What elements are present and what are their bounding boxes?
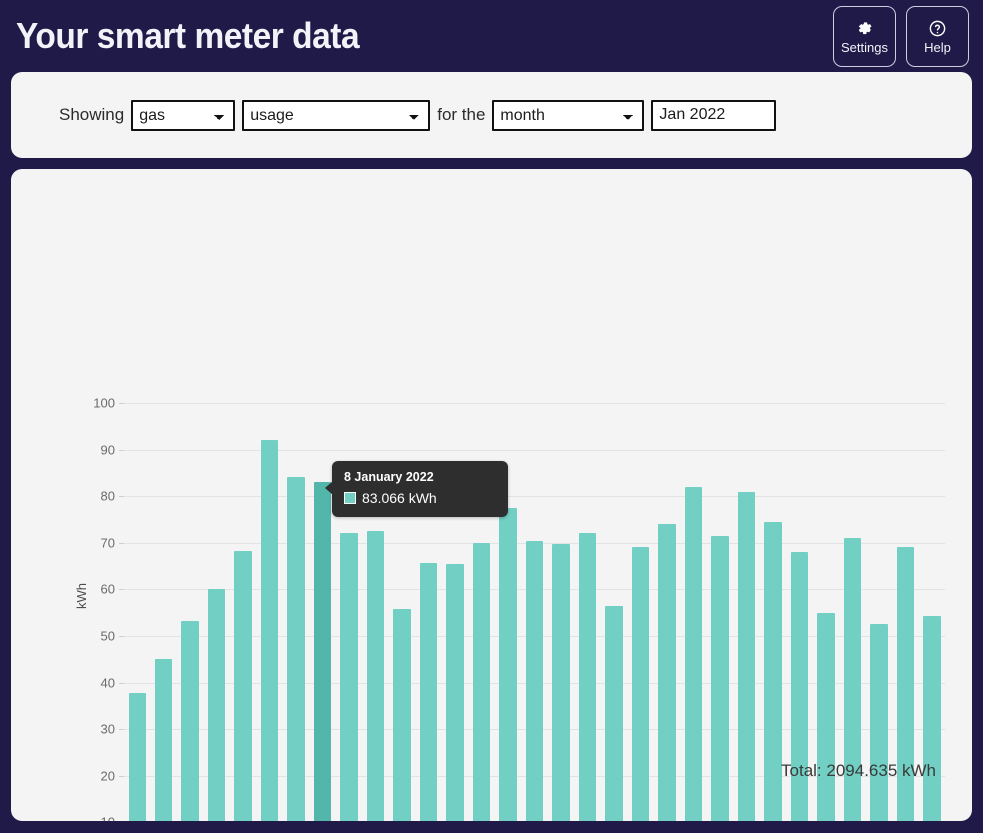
- chart-bars: [124, 403, 945, 821]
- gear-icon: [855, 19, 874, 38]
- chart-bar[interactable]: [313, 481, 332, 821]
- help-button[interactable]: Help: [906, 5, 969, 67]
- chart-bar[interactable]: [393, 609, 411, 821]
- date-range-input[interactable]: [651, 99, 777, 131]
- showing-label: Showing: [59, 105, 125, 124]
- period-select[interactable]: month: [492, 99, 645, 131]
- bar-slot[interactable]: [786, 403, 812, 821]
- controls-row: Showing gas usage for the month: [59, 99, 777, 131]
- bar-slot[interactable]: [680, 403, 706, 821]
- tooltip-arrow: [325, 481, 333, 495]
- bar-slot[interactable]: [124, 403, 150, 821]
- chart-bar[interactable]: [366, 530, 385, 821]
- chart-bar[interactable]: [128, 692, 146, 821]
- fuel-select[interactable]: gas: [131, 99, 236, 131]
- bar-slot[interactable]: [627, 403, 653, 821]
- bar-slot[interactable]: [283, 403, 309, 821]
- chart-bar[interactable]: [817, 613, 835, 821]
- tooltip-color-swatch: [344, 492, 356, 505]
- chart-plot-area: kWh 0102030405060708090100 Jan 1stJan 2n…: [11, 169, 972, 821]
- app-header: Your smart meter data Settings Help: [0, 0, 983, 72]
- chart-bar[interactable]: [446, 564, 464, 821]
- app-root: Your smart meter data Settings Help Show…: [0, 0, 983, 833]
- y-axis-tick: 70: [100, 535, 115, 551]
- chart-bar[interactable]: [260, 439, 279, 821]
- chart-bar[interactable]: [499, 508, 517, 821]
- metric-select[interactable]: usage: [242, 99, 431, 131]
- chart-bar[interactable]: [684, 487, 703, 821]
- chart-bar[interactable]: [870, 624, 888, 821]
- y-axis-tick: 80: [100, 488, 115, 504]
- y-axis-tick: 40: [100, 675, 115, 691]
- page-title: Your smart meter data: [16, 15, 360, 56]
- total-usage-label: Total: 2094.635 kWh: [781, 761, 936, 780]
- chart-bar[interactable]: [737, 492, 756, 821]
- settings-button-label: Settings: [841, 39, 888, 55]
- y-axis-tick: 30: [100, 721, 115, 737]
- chart-bar[interactable]: [578, 533, 597, 821]
- for-the-label: for the: [437, 105, 486, 124]
- chart-bar[interactable]: [154, 659, 173, 821]
- bar-slot[interactable]: [760, 403, 786, 821]
- bar-slot[interactable]: [733, 403, 759, 821]
- chart-bar[interactable]: [605, 605, 623, 821]
- controls-panel: Showing gas usage for the month: [11, 72, 972, 158]
- bar-slot[interactable]: [839, 403, 865, 821]
- chart-bar[interactable]: [923, 615, 941, 821]
- bar-slot[interactable]: [150, 403, 176, 821]
- y-axis-tick: 20: [100, 768, 115, 784]
- chart-bar[interactable]: [234, 550, 252, 821]
- chart-plot: 0102030405060708090100: [93, 396, 945, 821]
- chart-bar[interactable]: [552, 543, 570, 821]
- bar-slot[interactable]: [919, 403, 945, 821]
- settings-button[interactable]: Settings: [833, 5, 896, 67]
- chart-bar[interactable]: [525, 540, 544, 821]
- y-axis-tick: 10: [101, 815, 115, 821]
- tooltip-title: 8 January 2022: [344, 470, 434, 484]
- y-axis-tick: 60: [100, 581, 115, 597]
- bar-slot[interactable]: [230, 403, 256, 821]
- chart-bar[interactable]: [181, 621, 199, 821]
- chart-bar[interactable]: [631, 547, 650, 821]
- bar-slot[interactable]: [203, 403, 229, 821]
- bar-slot[interactable]: [521, 403, 547, 821]
- tooltip-value: 83.066 kWh: [362, 489, 437, 506]
- header-actions: Settings Help: [833, 5, 969, 67]
- chart-panel: kWh 0102030405060708090100 Jan 1stJan 2n…: [11, 169, 972, 821]
- bar-slot[interactable]: [813, 403, 839, 821]
- tooltip-row: 83.066 kWh: [344, 489, 496, 508]
- chart-bar[interactable]: [472, 543, 491, 821]
- question-circle-icon: [928, 19, 947, 38]
- bar-slot[interactable]: [177, 403, 203, 821]
- bar-slot[interactable]: [866, 403, 892, 821]
- bar-slot[interactable]: [574, 403, 600, 821]
- bar-slot[interactable]: [601, 403, 627, 821]
- chart-bar[interactable]: [764, 521, 782, 821]
- chart-tooltip: 8 January 2022 83.066 kWh: [325, 461, 508, 517]
- bar-slot[interactable]: [707, 403, 733, 821]
- bar-slot[interactable]: [256, 403, 282, 821]
- y-axis-tick: 100: [93, 395, 115, 411]
- chart-bar[interactable]: [287, 477, 305, 821]
- y-axis-label: kWh: [74, 583, 89, 609]
- y-axis-tick: 90: [100, 442, 115, 458]
- chart-bar[interactable]: [658, 524, 676, 821]
- bar-slot[interactable]: [548, 403, 574, 821]
- chart-bar[interactable]: [711, 535, 729, 821]
- bar-slot[interactable]: [654, 403, 680, 821]
- chart-bar[interactable]: [419, 562, 438, 821]
- chart-bar[interactable]: [207, 588, 226, 821]
- y-axis-tick: 50: [100, 628, 115, 644]
- help-button-label: Help: [924, 39, 951, 55]
- bar-slot[interactable]: [892, 403, 918, 821]
- chart-bar[interactable]: [340, 533, 358, 821]
